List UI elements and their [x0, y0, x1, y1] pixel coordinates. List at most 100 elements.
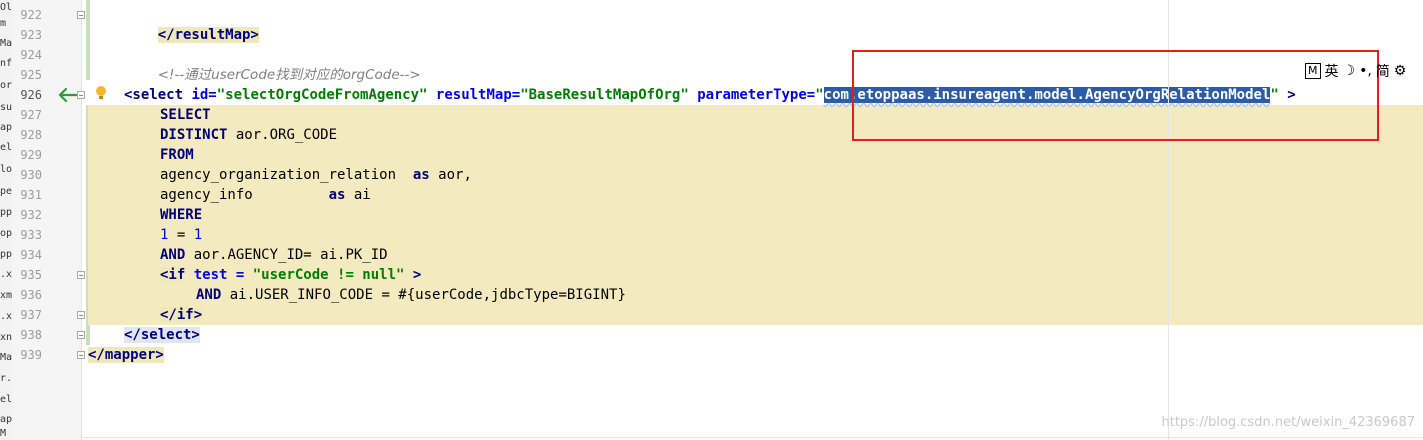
line-number: 935: [20, 268, 42, 282]
xml-attribute: resultMap=: [435, 87, 521, 103]
xml-comment: <!--通过userCode找到对应的orgCode-->: [157, 67, 421, 83]
line-number: 925: [20, 68, 42, 82]
sql-text: aor,: [429, 167, 472, 183]
sql-number: 1: [193, 227, 203, 243]
code-line-928: DISTINCT aor.ORG_CODE: [160, 125, 337, 145]
code-line-934: AND aor.AGENCY_ID= ai.PK_ID: [160, 245, 388, 265]
sql-text: aor.ORG_CODE: [227, 127, 338, 143]
file-name-fragment[interactable]: lo: [0, 164, 12, 176]
sql-keyword: AND: [160, 247, 186, 263]
sql-text: agency_organization_relation: [160, 167, 413, 183]
line-number: 934: [20, 248, 42, 262]
sql-text: aor.AGENCY_ID= ai.PK_ID: [185, 247, 388, 263]
sql-keyword: AND: [196, 287, 222, 303]
code-line-935: <if test = "userCode != null" >: [160, 265, 421, 285]
sql-keyword: WHERE: [160, 207, 203, 223]
file-name-fragment[interactable]: Ma: [0, 352, 12, 364]
line-number: 938: [20, 328, 42, 342]
file-name-fragment[interactable]: el: [0, 142, 12, 154]
xml-attribute-value: "userCode != null": [252, 267, 405, 283]
line-number: 939: [20, 348, 42, 362]
sql-text: ai: [345, 187, 371, 203]
line-number: 926: [20, 88, 42, 102]
editor-gutter[interactable]: 922 923 924 925 926 927 928 929 930 931 …: [12, 0, 90, 440]
code-line-927: SELECT: [160, 105, 211, 125]
line-number: 927: [20, 108, 42, 122]
xml-tag: <select: [124, 87, 184, 103]
line-number: 924: [20, 48, 42, 62]
xml-tag-close: >: [404, 267, 422, 283]
code-editor[interactable]: </resultMap> <!--通过userCode找到对应的orgCode-…: [82, 0, 1423, 440]
editor-bottom-border: [82, 437, 1423, 438]
sql-keyword: as: [328, 187, 346, 203]
code-line-930: agency_organization_relation as aor,: [160, 165, 472, 185]
xml-attribute: id=: [191, 87, 217, 103]
code-line-937: </if>: [160, 305, 203, 325]
code-line-939: </mapper>: [88, 345, 164, 365]
ime-punctuation-toggle[interactable]: •,: [1359, 63, 1372, 79]
ime-language-toggle[interactable]: 英: [1325, 61, 1339, 81]
xml-tag-close: >: [1278, 87, 1296, 103]
line-number: 922: [20, 8, 42, 22]
line-number: 930: [20, 168, 42, 182]
ime-simplified-toggle[interactable]: 简: [1376, 61, 1390, 81]
sql-keyword: DISTINCT: [160, 127, 228, 143]
file-name-fragment[interactable]: xm: [0, 290, 12, 302]
code-line-926: <select id="selectOrgCodeFromAgency" res…: [124, 85, 1296, 105]
file-name-fragment[interactable]: Ma: [0, 38, 12, 50]
line-number: 931: [20, 188, 42, 202]
xml-tag: </if>: [160, 307, 203, 323]
line-number: 936: [20, 288, 42, 302]
xml-tag: </resultMap>: [157, 27, 259, 43]
sql-keyword: FROM: [160, 147, 194, 163]
ime-mode-icon[interactable]: M: [1305, 63, 1321, 79]
code-line-932: WHERE: [160, 205, 202, 225]
file-name-fragment[interactable]: Ol: [0, 2, 12, 14]
file-name-fragment[interactable]: M: [0, 428, 6, 440]
code-line-924: <!--通过userCode找到对应的orgCode-->: [124, 45, 421, 83]
file-name-fragment[interactable]: el: [0, 394, 12, 406]
line-number: 932: [20, 208, 42, 222]
sql-keyword: SELECT: [160, 107, 211, 123]
xml-attribute-value: "BaseResultMapOfOrg": [520, 87, 689, 103]
moon-icon[interactable]: ☽: [1343, 63, 1356, 79]
file-name-fragment[interactable]: pe: [0, 186, 12, 198]
file-name-fragment[interactable]: pp: [0, 249, 12, 261]
xml-quote: ": [1270, 87, 1279, 103]
xml-quote: ": [815, 87, 824, 103]
sql-text: ai.USER_INFO_CODE = #{userCode,jdbcType=…: [221, 287, 626, 303]
code-line-931: agency_info as ai: [160, 185, 371, 205]
selected-text[interactable]: com.etoppaas.insureagent.model.AgencyOrg…: [823, 87, 1271, 103]
code-line-929: FROM: [160, 145, 194, 165]
file-name-fragment[interactable]: ap: [0, 122, 12, 134]
sql-text: agency_info: [160, 187, 329, 203]
ime-toolbar[interactable]: M 英 ☽ •, 简 ⚙: [1305, 61, 1406, 81]
sql-text: =: [168, 227, 194, 243]
code-line-938: </select>: [124, 325, 200, 345]
watermark: https://blog.csdn.net/weixin_42369687: [1161, 415, 1415, 430]
xml-attribute: parameterType=: [697, 87, 816, 103]
xml-attribute: test =: [185, 267, 253, 283]
right-margin-guide: [1168, 0, 1169, 440]
file-name-fragment[interactable]: ap: [0, 414, 12, 426]
file-name-fragment[interactable]: m: [0, 18, 6, 30]
line-number: 923: [20, 28, 42, 42]
file-name-fragment[interactable]: xn: [0, 332, 12, 344]
file-name-fragment[interactable]: or: [0, 80, 12, 92]
code-line-936: AND ai.USER_INFO_CODE = #{userCode,jdbcT…: [196, 285, 626, 305]
code-line-933: 1 = 1: [160, 225, 202, 245]
file-name-fragment[interactable]: op: [0, 228, 12, 240]
file-name-fragment[interactable]: su: [0, 102, 12, 114]
xml-tag: </mapper>: [88, 347, 164, 363]
line-number: 937: [20, 308, 42, 322]
sql-keyword: as: [412, 167, 430, 183]
xml-tag: </select>: [124, 327, 200, 343]
navigate-to-mapper-arrow-icon[interactable]: [58, 85, 78, 105]
gear-icon[interactable]: ⚙: [1394, 63, 1407, 79]
xml-attribute-value: "selectOrgCodeFromAgency": [216, 87, 428, 103]
xml-tag: <if: [160, 267, 186, 283]
line-number: 929: [20, 148, 42, 162]
code-line-922: </resultMap>: [124, 5, 259, 43]
line-number: 928: [20, 128, 42, 142]
file-name-fragment[interactable]: pp: [0, 207, 12, 219]
